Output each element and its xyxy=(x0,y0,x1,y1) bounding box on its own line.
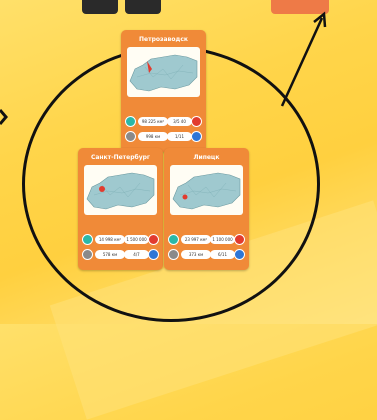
map-thumbnail xyxy=(127,47,200,97)
distance-icon xyxy=(125,131,136,142)
map-thumbnail xyxy=(84,165,157,215)
card-title: Петрозаводск xyxy=(139,36,188,43)
area-icon xyxy=(168,234,179,245)
stat-distance: 998 км xyxy=(138,132,168,141)
stat-area: 23 997 км² xyxy=(181,235,211,244)
stat-population: 3/5 40 xyxy=(167,117,192,126)
highlight-region xyxy=(99,186,105,192)
map-thumbnail xyxy=(170,165,243,215)
stat-rank: 6/11 xyxy=(210,250,235,259)
info-icon[interactable] xyxy=(148,249,159,260)
info-icon[interactable] xyxy=(191,131,202,142)
city-card-petrozavodsk[interactable]: Петрозаводск 98 225 км² 3/5 40 998 км 1/… xyxy=(121,30,206,152)
highlight-region xyxy=(182,194,188,200)
stat-distance: 578 км xyxy=(95,250,125,259)
stat-rank: 1/11 xyxy=(167,132,192,141)
population-icon xyxy=(191,116,202,127)
distance-icon xyxy=(82,249,93,260)
up-right-arrow-line xyxy=(280,17,324,107)
city-card-saint-petersburg[interactable]: Санкт-Петербург 14 998 км² 1 500 000 578… xyxy=(78,148,163,270)
stat-area: 98 225 км² xyxy=(138,117,168,126)
info-icon[interactable] xyxy=(234,249,245,260)
population-icon xyxy=(234,234,245,245)
card-title: Санкт-Петербург xyxy=(90,154,151,161)
stat-distance: 373 км xyxy=(181,250,211,259)
area-icon xyxy=(82,234,93,245)
stat-area: 14 998 км² xyxy=(95,235,125,244)
left-chevron-icon xyxy=(0,109,8,125)
stat-population: 1 100 000 xyxy=(210,235,235,244)
population-icon xyxy=(148,234,159,245)
stat-population: 1 500 000 xyxy=(124,235,149,244)
area-icon xyxy=(125,116,136,127)
city-card-lipetsk[interactable]: Липецк 23 997 км² 1 100 000 373 км 6/11 xyxy=(164,148,249,270)
stat-rank: 4/7 xyxy=(124,250,149,259)
distance-icon xyxy=(168,249,179,260)
card-title: Липецк xyxy=(193,154,220,161)
